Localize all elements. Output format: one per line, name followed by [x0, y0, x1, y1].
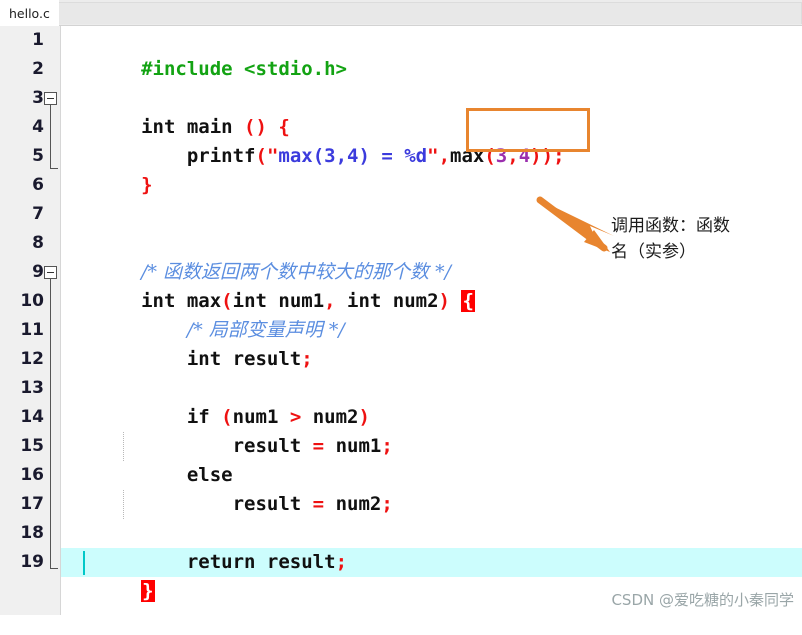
code-line-12[interactable] [61, 345, 802, 374]
code-line-14[interactable]: result = num1; [61, 403, 802, 457]
fold-range-line-3 [50, 105, 51, 169]
line-number: 8 [32, 233, 44, 253]
fold-toggle-line-9[interactable] [44, 266, 57, 279]
annotation-text-line-1: 调用函数：函数 [611, 216, 730, 236]
fold-range-end-line-19 [50, 568, 58, 569]
code-text-area[interactable]: #include <stdio.h> int main () { printf(… [61, 26, 802, 615]
code-editor[interactable]: 1 2 3 4 5 6 7 8 9 10 11 12 13 14 15 16 1… [0, 26, 802, 615]
csdn-watermark: CSDN @爱吃糖的小秦同学 [611, 591, 794, 609]
code-line-6[interactable] [61, 171, 802, 200]
code-line-18[interactable]: return result; [61, 519, 802, 573]
line-number: 6 [32, 175, 44, 195]
annotation-text: 调用函数：函数 名（实参） [611, 213, 771, 265]
code-line-15[interactable]: else [61, 432, 802, 486]
code-line-19[interactable]: } [61, 548, 802, 602]
code-line-5[interactable]: } [61, 142, 802, 196]
code-line-17[interactable] [61, 490, 802, 519]
tab-strip-empty-area [58, 2, 802, 24]
line-number: 5 [32, 146, 44, 166]
tab-bar: hello.c [0, 0, 802, 26]
code-line-11[interactable]: int result; [61, 316, 802, 370]
fold-range-line-9 [50, 279, 51, 569]
code-line-4[interactable]: printf("max(3,4) = %d",max(3,4)); [61, 113, 802, 167]
fold-range-end-line-5 [50, 168, 58, 169]
line-number: 2 [32, 59, 44, 79]
line-number: 1 [32, 30, 44, 50]
line-number: 11 [20, 320, 44, 340]
annotation-highlight-box [466, 108, 590, 152]
line-number: 10 [20, 291, 44, 311]
code-line-1[interactable]: #include <stdio.h> [61, 26, 802, 80]
line-number: 12 [20, 349, 44, 369]
line-number: 18 [20, 523, 44, 543]
fold-toggle-line-3[interactable] [44, 92, 57, 105]
code-line-2[interactable] [61, 55, 802, 84]
line-number: 17 [20, 494, 44, 514]
line-number: 7 [32, 204, 44, 224]
line-number: 4 [32, 117, 44, 137]
line-number: 13 [20, 378, 44, 398]
code-line-13[interactable]: if (num1 > num2) [61, 374, 802, 428]
line-number: 14 [20, 407, 44, 427]
line-number: 15 [20, 436, 44, 456]
code-line-10[interactable]: /* 局部变量声明 */ [61, 287, 802, 341]
code-line-3[interactable]: int main () { [61, 84, 802, 138]
matching-brace-highlight-close: } [141, 580, 155, 602]
editor-tab-hello-c[interactable]: hello.c [0, 0, 59, 26]
tab-label: hello.c [9, 5, 50, 21]
line-number: 16 [20, 465, 44, 485]
code-line-16[interactable]: result = num2; [61, 461, 802, 515]
line-number: 19 [20, 552, 44, 572]
line-number-gutter[interactable]: 1 2 3 4 5 6 7 8 9 10 11 12 13 14 15 16 1… [0, 26, 60, 615]
line-number: 3 [32, 88, 44, 108]
line-number: 9 [32, 262, 44, 282]
annotation-text-line-2: 名（实参） [611, 242, 696, 262]
